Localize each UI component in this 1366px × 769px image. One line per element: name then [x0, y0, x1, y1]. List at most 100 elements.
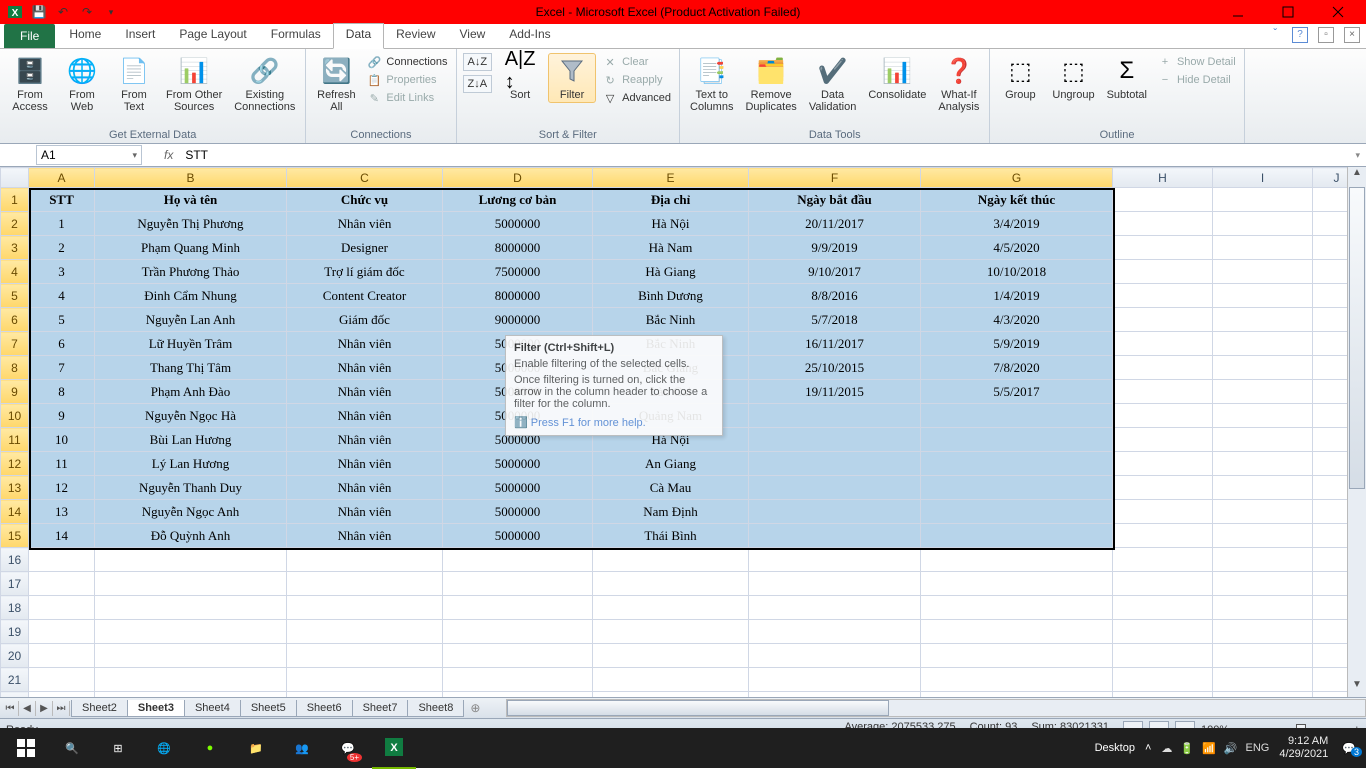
cell-H11[interactable] [1113, 428, 1213, 452]
minimize-button[interactable] [1218, 0, 1258, 24]
app2-icon[interactable]: 💬5+ [326, 728, 370, 768]
cell-F15[interactable] [749, 524, 921, 548]
row-header-7[interactable]: 7 [1, 332, 29, 356]
cell-G13[interactable] [921, 476, 1113, 500]
cell-G20[interactable] [921, 644, 1113, 668]
cell-A17[interactable] [29, 572, 95, 596]
cell-E18[interactable] [593, 596, 749, 620]
data-validation-button[interactable]: ✔️Data Validation [805, 53, 861, 115]
search-icon[interactable]: 🔍 [50, 728, 94, 768]
cell-I21[interactable] [1213, 668, 1313, 692]
cell-G8[interactable]: 7/8/2020 [921, 356, 1113, 380]
cell-A9[interactable]: 8 [29, 380, 95, 404]
col-header-G[interactable]: G [921, 168, 1113, 188]
cell-A2[interactable]: 1 [29, 212, 95, 236]
cell-C5[interactable]: Content Creator [287, 284, 443, 308]
tab-home[interactable]: Home [57, 24, 113, 48]
sheet-tab-sheet5[interactable]: Sheet5 [240, 700, 297, 717]
cell-E2[interactable]: Hà Nội [593, 212, 749, 236]
cell-C12[interactable]: Nhân viên [287, 452, 443, 476]
tab-data[interactable]: Data [333, 23, 384, 49]
col-header-E[interactable]: E [593, 168, 749, 188]
cell-I13[interactable] [1213, 476, 1313, 500]
cell-F7[interactable]: 16/11/2017 [749, 332, 921, 356]
refresh-all-button[interactable]: 🔄Refresh All [312, 53, 360, 115]
cell-C3[interactable]: Designer [287, 236, 443, 260]
edge-icon[interactable]: 🌐 [142, 728, 186, 768]
cell-F6[interactable]: 5/7/2018 [749, 308, 921, 332]
redo-icon[interactable]: ↷ [76, 1, 98, 23]
sheet-nav-prev-icon[interactable]: ◀ [19, 701, 36, 716]
cell-A14[interactable]: 13 [29, 500, 95, 524]
sheet-tab-sheet8[interactable]: Sheet8 [407, 700, 464, 717]
cell-G21[interactable] [921, 668, 1113, 692]
sheet-tab-sheet6[interactable]: Sheet6 [296, 700, 353, 717]
cell-E13[interactable]: Cà Mau [593, 476, 749, 500]
cell-E16[interactable] [593, 548, 749, 572]
fx-icon[interactable]: fx [162, 148, 175, 162]
cell-I14[interactable] [1213, 500, 1313, 524]
tab-page-layout[interactable]: Page Layout [167, 24, 258, 48]
cell-D20[interactable] [443, 644, 593, 668]
cell-C21[interactable] [287, 668, 443, 692]
cell-F20[interactable] [749, 644, 921, 668]
cell-B21[interactable] [95, 668, 287, 692]
cell-B10[interactable]: Nguyễn Ngọc Hà [95, 404, 287, 428]
cell-G10[interactable] [921, 404, 1113, 428]
scroll-up-icon[interactable]: ▲ [1348, 167, 1366, 185]
cell-C10[interactable]: Nhân viên [287, 404, 443, 428]
cell-I11[interactable] [1213, 428, 1313, 452]
close-doc-icon[interactable]: × [1344, 27, 1360, 43]
cell-B13[interactable]: Nguyễn Thanh Duy [95, 476, 287, 500]
cell-E15[interactable]: Thái Bình [593, 524, 749, 548]
cell-F19[interactable] [749, 620, 921, 644]
new-sheet-icon[interactable]: ⊕ [464, 701, 486, 715]
ribbon-minimize-icon[interactable]: ˇ [1268, 27, 1282, 41]
cell-D14[interactable]: 5000000 [443, 500, 593, 524]
cell-A19[interactable] [29, 620, 95, 644]
cell-E3[interactable]: Hà Nam [593, 236, 749, 260]
cell-F21[interactable] [749, 668, 921, 692]
hide-detail-button[interactable]: −Hide Detail [1155, 71, 1238, 89]
sheet-tab-sheet3[interactable]: Sheet3 [127, 700, 185, 717]
cell-H9[interactable] [1113, 380, 1213, 404]
cell-C15[interactable]: Nhân viên [287, 524, 443, 548]
cell-H6[interactable] [1113, 308, 1213, 332]
cell-A6[interactable]: 5 [29, 308, 95, 332]
cell-C4[interactable]: Trợ lí giám đốc [287, 260, 443, 284]
cell-I8[interactable] [1213, 356, 1313, 380]
cell-E12[interactable]: An Giang [593, 452, 749, 476]
cell-C20[interactable] [287, 644, 443, 668]
cell-C8[interactable]: Nhân viên [287, 356, 443, 380]
cell-C13[interactable]: Nhân viên [287, 476, 443, 500]
cell-G4[interactable]: 10/10/2018 [921, 260, 1113, 284]
cell-H14[interactable] [1113, 500, 1213, 524]
clear-button[interactable]: ✕Clear [600, 53, 673, 71]
cell-F18[interactable] [749, 596, 921, 620]
row-header-6[interactable]: 6 [1, 308, 29, 332]
sort-asc-button[interactable]: A↓Z [463, 53, 493, 71]
cell-F17[interactable] [749, 572, 921, 596]
app-icon[interactable]: ● [188, 728, 232, 768]
cell-I2[interactable] [1213, 212, 1313, 236]
cell-H5[interactable] [1113, 284, 1213, 308]
row-header-12[interactable]: 12 [1, 452, 29, 476]
cell-A13[interactable]: 12 [29, 476, 95, 500]
connections-button[interactable]: 🔗Connections [364, 53, 449, 71]
tab-addins[interactable]: Add-Ins [497, 24, 562, 48]
cell-B15[interactable]: Đỗ Quỳnh Anh [95, 524, 287, 548]
cell-D5[interactable]: 8000000 [443, 284, 593, 308]
notifications-icon[interactable]: 💬3 [1338, 742, 1360, 755]
cell-H18[interactable] [1113, 596, 1213, 620]
cell-B5[interactable]: Đinh Cẩm Nhung [95, 284, 287, 308]
cell-I12[interactable] [1213, 452, 1313, 476]
excel-icon[interactable]: X [4, 1, 26, 23]
cell-I10[interactable] [1213, 404, 1313, 428]
cell-D1[interactable]: Lương cơ bản [443, 188, 593, 212]
col-header-C[interactable]: C [287, 168, 443, 188]
cell-I9[interactable] [1213, 380, 1313, 404]
cell-B6[interactable]: Nguyễn Lan Anh [95, 308, 287, 332]
window-restore-icon[interactable]: ▫ [1318, 27, 1334, 43]
cell-G16[interactable] [921, 548, 1113, 572]
cell-C16[interactable] [287, 548, 443, 572]
